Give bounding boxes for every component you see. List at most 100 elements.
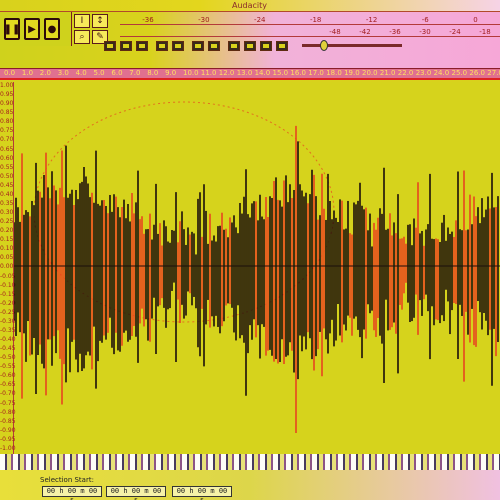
scale-label: -0.85 <box>0 417 16 425</box>
envelope-icon: ↕ <box>96 16 104 26</box>
copy-button[interactable] <box>120 41 132 51</box>
scale-label: 0.55 <box>0 163 14 171</box>
cut-button[interactable] <box>104 41 116 51</box>
audio-position-field[interactable]: 00 h 00 m 00 s <box>172 486 232 500</box>
ruler-label: 19.0 <box>344 69 360 77</box>
play-button[interactable]: ▶ <box>24 18 40 40</box>
scale-label: 0.75 <box>0 127 14 135</box>
scale-label: -0.65 <box>0 381 16 389</box>
ruler-label: 7.0 <box>129 69 141 77</box>
scale-label: -0.20 <box>0 299 16 307</box>
ruler-label: 8.0 <box>147 69 159 77</box>
ruler-label: 12.0 <box>218 69 235 77</box>
scale-label: 0.00 <box>0 263 14 271</box>
ruler-label: 20.0 <box>362 69 378 77</box>
selection-start-label: Selection Start: <box>40 476 94 484</box>
selection-tool-button[interactable]: I <box>74 14 90 28</box>
redo-button[interactable] <box>208 41 220 51</box>
record-meter[interactable]: -48 -42 -36 -30 -24 -18 <box>120 26 500 37</box>
pause-button[interactable]: ❚❚ <box>4 18 20 40</box>
ruler-label: 9.0 <box>165 69 177 77</box>
scale-label: 0.15 <box>0 236 14 244</box>
trim-button[interactable] <box>156 41 168 51</box>
volume-slider[interactable] <box>302 44 402 47</box>
scale-label: -0.55 <box>0 363 16 371</box>
audio-track[interactable]: 1.00 0.95 0.90 0.85 0.80 0.75 0.70 0.65 0.60 0.55… <box>0 82 500 454</box>
playback-meter[interactable]: -36 -30 -24 -18 -12 -6 0 <box>120 14 500 25</box>
ruler-label: 25.0 <box>451 69 468 77</box>
scale-label: -0.60 <box>0 372 16 380</box>
scale-label: 0.25 <box>0 218 14 226</box>
cursor-icon: I <box>80 16 84 26</box>
ruler-label: 6.0 <box>111 69 123 77</box>
ruler-label: 11.0 <box>200 69 217 77</box>
scale-label: -0.15 <box>0 290 16 298</box>
scale-label: -0.10 <box>0 281 16 289</box>
zoom-tool-button[interactable]: ⌕ <box>74 30 90 44</box>
volume-slider-thumb[interactable] <box>320 40 328 51</box>
scale-label: -0.80 <box>0 408 16 416</box>
ruler-label: 10.0 <box>183 69 199 77</box>
zoom-out-button[interactable] <box>244 41 256 51</box>
undo-button[interactable] <box>192 41 204 51</box>
silence-button[interactable] <box>172 41 184 51</box>
selection-start-field[interactable]: 00 h 00 m 00 s <box>42 486 102 500</box>
selection-toolbar: Selection Start: 00 h 00 m 00 s 00 h 00 … <box>0 454 500 500</box>
selection-bar: Selection Start: 00 h 00 m 00 s 00 h 00 … <box>0 470 500 500</box>
meter-ticks: -48 -42 -36 -30 -24 -18 <box>329 27 491 36</box>
record-icon: ● <box>47 23 57 35</box>
ruler-label: 21.0 <box>379 69 396 77</box>
ruler-label: 17.0 <box>308 69 324 77</box>
scale-label: 0.40 <box>0 190 14 198</box>
ruler-label: 18.0 <box>326 69 342 77</box>
ruler-label: 27.0 <box>487 69 500 77</box>
scale-label: -0.05 <box>0 272 16 280</box>
scale-label: 0.80 <box>0 118 14 126</box>
edit-toolbar <box>104 40 500 52</box>
paste-button[interactable] <box>136 41 148 51</box>
scale-label: -1.00 <box>0 444 16 452</box>
scale-label: 1.00 <box>0 82 14 89</box>
selection-end-field[interactable]: 00 h 00 m 00 s <box>106 486 166 500</box>
scale-label: 0.85 <box>0 109 14 117</box>
scale-label: 0.90 <box>0 100 14 108</box>
scale-label: 0.45 <box>0 181 14 189</box>
scale-label: -0.45 <box>0 345 16 353</box>
ruler-label: 1.0 <box>21 69 34 77</box>
scale-label: -0.90 <box>0 426 16 434</box>
scale-label: 0.65 <box>0 145 14 153</box>
meter-ticks: -36 -30 -24 -18 -12 -6 0 <box>142 15 478 24</box>
scale-label: -0.25 <box>0 308 16 316</box>
ruler-label: 0.0 <box>4 69 16 77</box>
pause-icon: ❚❚ <box>3 23 21 35</box>
ruler-label: 22.0 <box>397 69 414 77</box>
scale-label: 0.20 <box>0 227 14 235</box>
waveform[interactable] <box>14 82 500 454</box>
transport-toolbar: ❚❚ ▶ ● <box>0 12 72 46</box>
title-bar: Audacity <box>0 0 500 12</box>
record-button[interactable]: ● <box>44 18 60 40</box>
status-strip <box>0 454 500 470</box>
play-icon: ▶ <box>28 23 36 35</box>
fit-selection-button[interactable] <box>260 41 272 51</box>
zoom-in-button[interactable] <box>228 41 240 51</box>
envelope-tool-button[interactable]: ↕ <box>92 14 108 28</box>
scale-label: 0.30 <box>0 209 14 217</box>
ruler-label: 16.0 <box>290 69 306 77</box>
scale-label: -0.95 <box>0 435 16 443</box>
scale-label: 0.05 <box>0 254 14 262</box>
scale-label: -0.30 <box>0 317 16 325</box>
zoom-icon: ⌕ <box>79 32 85 42</box>
ruler-label: 4.0 <box>75 69 87 77</box>
ruler-label: 2.0 <box>39 69 51 77</box>
ruler-label: 5.0 <box>93 69 105 77</box>
ruler-label: 14.0 <box>254 69 271 77</box>
vertical-scale: 1.00 0.95 0.90 0.85 0.80 0.75 0.70 0.65 0.60 0.55… <box>0 82 16 454</box>
timeline-ruler[interactable]: 0.0 1.0 2.0 3.0 4.0 5.0 6.0 7.0 8.0 9.0 10.0 11.0 12… <box>0 68 500 80</box>
ruler-label: 3.0 <box>57 69 69 77</box>
fit-project-button[interactable] <box>276 41 288 51</box>
window-title: Audacity <box>232 1 268 10</box>
ruler-label: 15.0 <box>272 69 289 77</box>
meter-toolbar: -36 -30 -24 -18 -12 -6 0 -48 -42 -36 -30… <box>120 14 500 38</box>
scale-label: 0.95 <box>0 91 14 99</box>
